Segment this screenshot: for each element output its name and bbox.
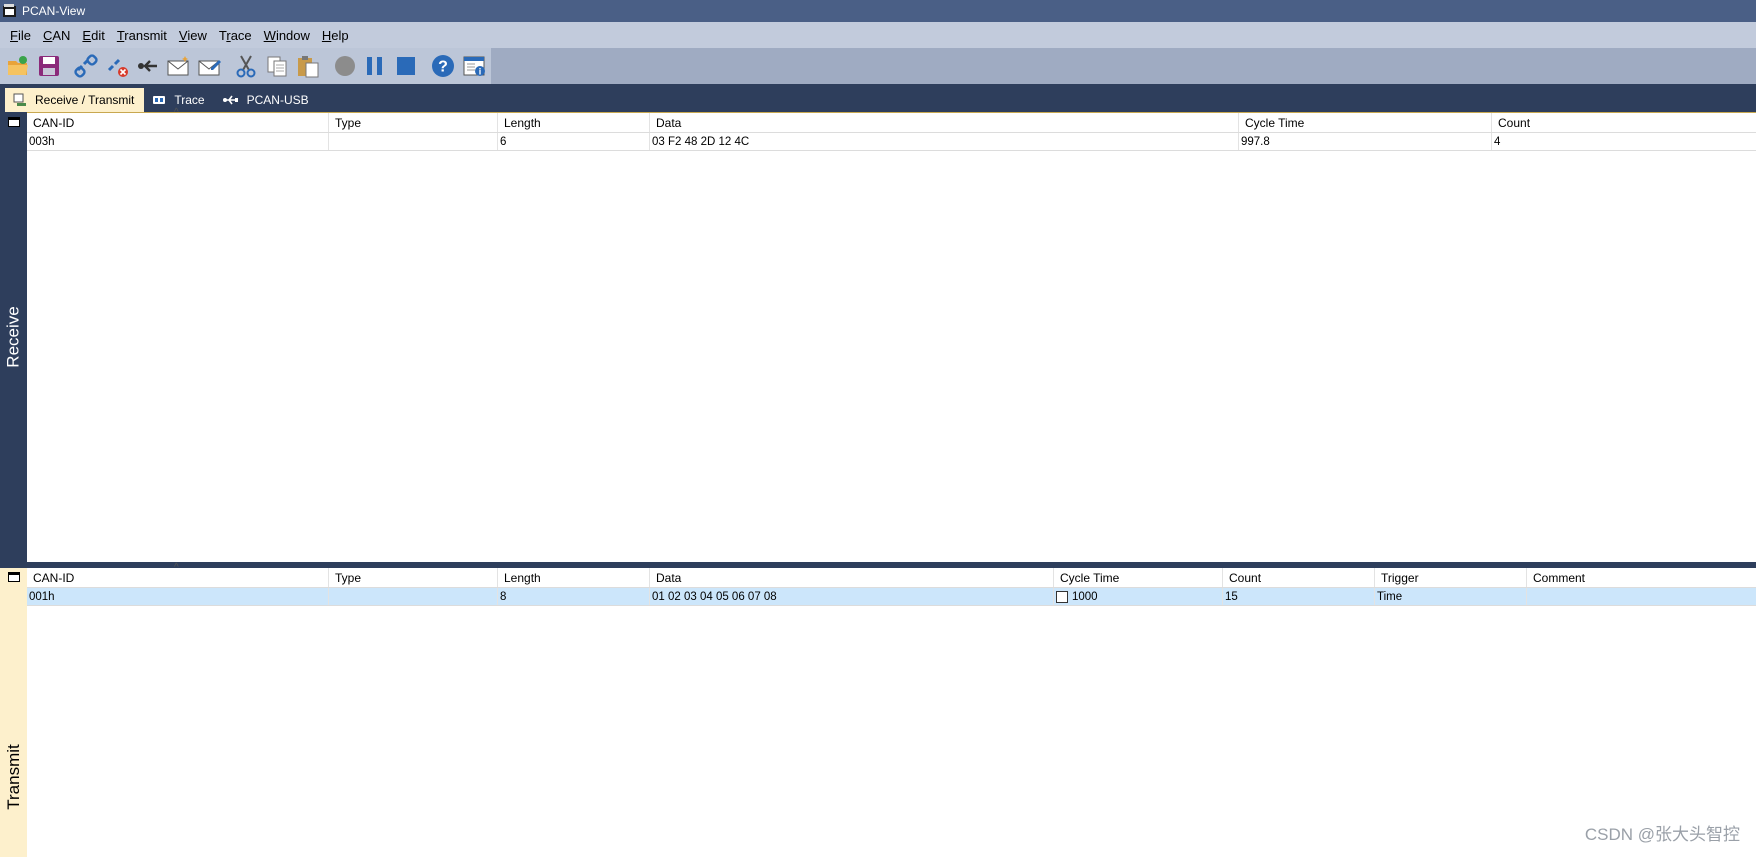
usb-icon [222, 93, 239, 107]
toolbar: ? i [0, 48, 491, 84]
toolbar-area: ? i [0, 48, 1756, 84]
column-header-comment[interactable]: Comment [1527, 568, 1756, 587]
tab-receive-transmit[interactable]: Receive / Transmit [5, 88, 145, 112]
menu-transmit[interactable]: Transmit [111, 28, 173, 43]
edit-message-icon[interactable] [195, 52, 223, 80]
transmit-header: ^ CAN-ID Type Length Data Cycle Time Cou… [8, 562, 1756, 588]
menu-view[interactable]: View [173, 28, 213, 43]
receive-transmit-icon [13, 93, 27, 107]
pause-icon[interactable] [362, 52, 390, 80]
cycle-time-checkbox[interactable] [1056, 590, 1068, 603]
cell-data: 01 02 03 04 05 06 07 08 [650, 588, 1054, 605]
reset-icon[interactable] [133, 52, 161, 80]
column-header-type[interactable]: Type [329, 113, 498, 132]
trace-icon [152, 94, 166, 106]
column-header-cycle-time[interactable]: Cycle Time [1054, 568, 1223, 587]
cell-data: 03 F2 48 2D 12 4C [650, 133, 1239, 150]
menu-window[interactable]: Window [258, 28, 316, 43]
copy-icon[interactable] [263, 52, 291, 80]
table-row[interactable]: 001h 8 01 02 03 04 05 06 07 08 1000 15 T… [27, 588, 1756, 606]
open-icon[interactable] [4, 52, 32, 80]
column-header-type[interactable]: Type [329, 568, 498, 587]
about-icon[interactable]: i [460, 52, 488, 80]
column-chooser-icon[interactable] [8, 572, 20, 582]
column-header-count[interactable]: Count [1492, 113, 1756, 132]
column-header-cycle-time[interactable]: Cycle Time [1239, 113, 1492, 132]
title-bar: PCAN-View [0, 0, 1756, 22]
column-header-length[interactable]: Length [498, 113, 650, 132]
menu-can[interactable]: CAN [37, 28, 76, 43]
cell-type [329, 133, 498, 150]
paste-icon[interactable] [294, 52, 322, 80]
cut-icon[interactable] [232, 52, 260, 80]
cell-can-id: 001h [27, 588, 329, 605]
menu-help[interactable]: Help [316, 28, 355, 43]
transmit-grid: ^ CAN-ID Type Length Data Cycle Time Cou… [8, 562, 1756, 857]
help-icon[interactable]: ? [429, 52, 457, 80]
column-header-count[interactable]: Count [1223, 568, 1375, 587]
tab-label: Trace [174, 93, 205, 107]
connect-icon[interactable] [72, 52, 100, 80]
cell-length: 8 [498, 588, 650, 605]
column-chooser-icon[interactable] [8, 117, 20, 127]
column-header-data[interactable]: Data [650, 568, 1054, 587]
cell-type [329, 588, 498, 605]
receive-header: ^ CAN-ID Type Length Data Cycle Time Cou… [8, 107, 1756, 133]
cell-can-id: 003h [27, 133, 329, 150]
transmit-side-label: Transmit [0, 568, 27, 857]
column-header-can-id[interactable]: CAN-ID [27, 113, 329, 132]
menu-edit[interactable]: Edit [76, 28, 110, 43]
menu-bar: File CAN Edit Transmit View Trace Window… [0, 22, 1756, 48]
cell-comment [1527, 588, 1756, 605]
tab-label: PCAN-USB [246, 93, 309, 107]
new-message-icon[interactable] [164, 52, 192, 80]
tab-pcan-usb[interactable]: PCAN-USB [215, 88, 319, 112]
svg-text:?: ? [438, 59, 448, 76]
tab-strip: Receive / Transmit Trace PCAN-USB [0, 84, 1756, 112]
disconnect-icon[interactable] [103, 52, 131, 80]
watermark: CSDN @张大头智控 [1584, 825, 1740, 844]
tab-trace[interactable]: Trace [144, 88, 214, 112]
cell-length: 6 [498, 133, 650, 150]
column-header-can-id[interactable]: CAN-ID [27, 568, 329, 587]
receive-side-label: Receive [0, 112, 27, 562]
tab-label: Receive / Transmit [35, 93, 135, 107]
save-icon[interactable] [35, 52, 63, 80]
menu-trace[interactable]: Trace [213, 28, 258, 43]
cell-count: 4 [1494, 135, 1501, 148]
receive-grid: ^ CAN-ID Type Length Data Cycle Time Cou… [8, 107, 1756, 562]
column-header-length[interactable]: Length [498, 568, 650, 587]
stop-icon[interactable] [392, 52, 420, 80]
cell-cycle-time: 1000 [1054, 588, 1223, 605]
record-icon[interactable] [331, 52, 359, 80]
cell-count: 15 [1223, 588, 1375, 605]
svg-text:i: i [479, 67, 482, 77]
column-header-trigger[interactable]: Trigger [1375, 568, 1527, 587]
app-icon [3, 4, 16, 17]
table-row[interactable]: 003h 6 03 F2 48 2D 12 4C 997.8 4 [27, 133, 1756, 151]
cell-trigger: Time [1375, 588, 1527, 605]
menu-file[interactable]: File [4, 28, 37, 43]
column-header-data[interactable]: Data [650, 113, 1239, 132]
window-title: PCAN-View [22, 4, 86, 18]
cell-cycle-time: 997.8 [1239, 133, 1492, 150]
